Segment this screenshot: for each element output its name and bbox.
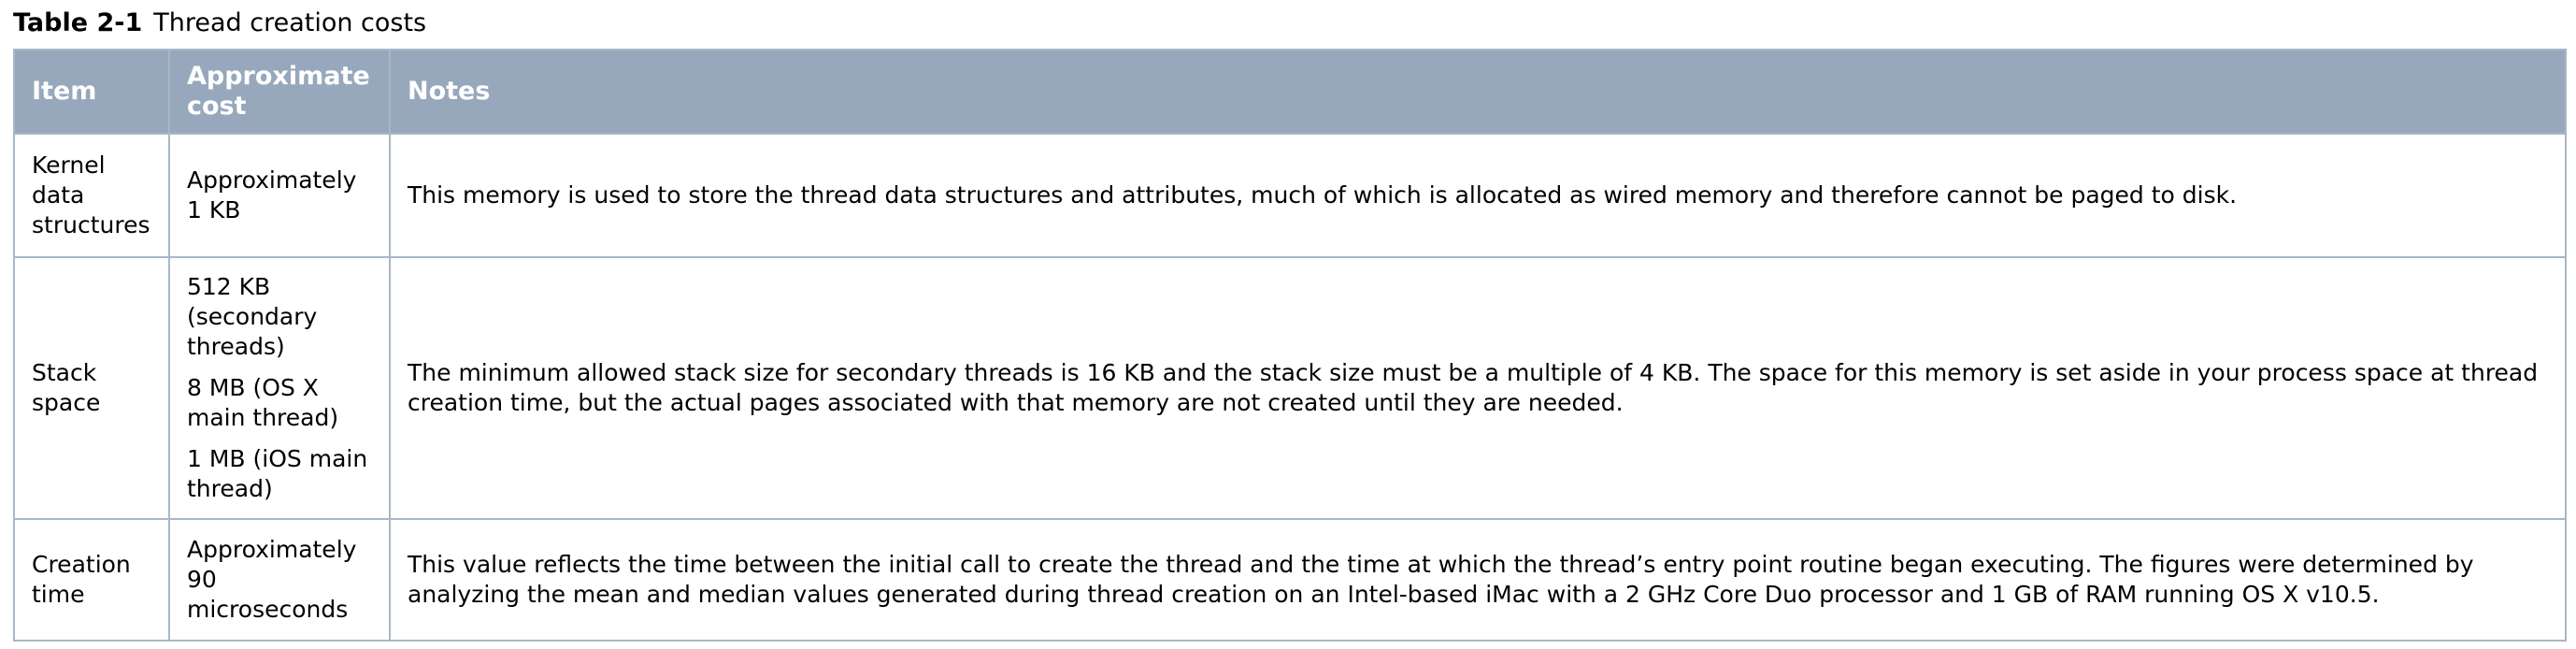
header-item: Item bbox=[13, 49, 170, 135]
header-notes: Notes bbox=[389, 49, 2567, 135]
table-number: Table 2-1 bbox=[13, 8, 143, 37]
cell-notes: This memory is used to store the thread … bbox=[389, 133, 2567, 258]
header-row: Item Approximate cost Notes bbox=[13, 49, 2567, 135]
cost-value: 8 MB (OS X main thread) bbox=[187, 374, 339, 431]
cell-item: Kernel data structures bbox=[13, 133, 170, 258]
table-row: Kernel data structures Approximately 1 K… bbox=[13, 133, 2567, 258]
cell-notes: The minimum allowed stack size for secon… bbox=[389, 256, 2567, 520]
cell-notes: This value reflects the time between the… bbox=[389, 518, 2567, 642]
table-row: Creation time Approximately 90 microseco… bbox=[13, 518, 2567, 642]
cost-value: 512 KB (secondary threads) bbox=[187, 273, 318, 360]
cell-item: Creation time bbox=[13, 518, 170, 642]
cost-value: 1 MB (iOS main thread) bbox=[187, 445, 368, 502]
cost-value: Approximately 90 microseconds bbox=[187, 536, 357, 623]
cell-cost: Approximately 1 KB bbox=[168, 133, 391, 258]
table-header: Item Approximate cost Notes bbox=[13, 49, 2567, 135]
table-caption: Table 2-1 Thread creation costs bbox=[13, 7, 426, 39]
cost-value: Approximately 1 KB bbox=[187, 166, 357, 224]
table-row: Stack space 512 KB (secondary threads) 8… bbox=[13, 256, 2567, 520]
header-approximate-cost: Approximate cost bbox=[168, 49, 391, 135]
thread-costs-table: Item Approximate cost Notes Kernel data … bbox=[13, 49, 2567, 642]
cell-cost: 512 KB (secondary threads) 8 MB (OS X ma… bbox=[168, 256, 391, 520]
cell-cost: Approximately 90 microseconds bbox=[168, 518, 391, 642]
cell-item: Stack space bbox=[13, 256, 170, 520]
table-body: Kernel data structures Approximately 1 K… bbox=[13, 133, 2567, 642]
table-title: Thread creation costs bbox=[153, 8, 427, 37]
